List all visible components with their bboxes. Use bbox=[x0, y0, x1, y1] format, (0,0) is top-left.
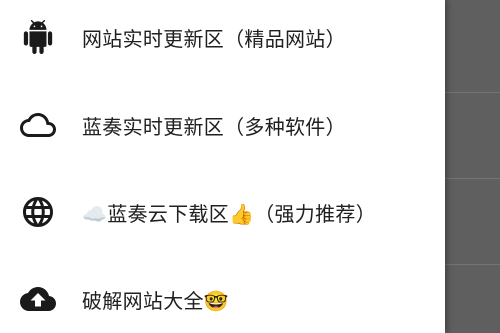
background-divider bbox=[445, 92, 500, 93]
globe-icon bbox=[20, 194, 56, 230]
menu-item-label: 网站实时更新区（精品网站） bbox=[82, 26, 346, 51]
cloud-upload-icon bbox=[20, 281, 56, 317]
menu-item-lanzou-download[interactable]: ☁️蓝奏云下载区👍（强力推荐） bbox=[0, 182, 445, 242]
cloud-outline-icon bbox=[20, 107, 56, 143]
menu-item-label: 蓝奏实时更新区（多种软件） bbox=[82, 114, 346, 139]
screen: 网站实时更新区（精品网站） 蓝奏实时更新区（多种软件） ☁️蓝奏云下载区👍（强力… bbox=[0, 0, 500, 333]
navigation-drawer: 网站实时更新区（精品网站） 蓝奏实时更新区（多种软件） ☁️蓝奏云下载区👍（强力… bbox=[0, 0, 445, 333]
menu-item-crack-sites[interactable]: 破解网站大全🤓 bbox=[0, 269, 445, 329]
menu-item-lanzou-updates[interactable]: 蓝奏实时更新区（多种软件） bbox=[0, 95, 445, 155]
menu-item-label: 破解网站大全🤓 bbox=[82, 288, 230, 313]
background-divider bbox=[445, 264, 500, 265]
menu-item-website-updates[interactable]: 网站实时更新区（精品网站） bbox=[0, 7, 445, 67]
menu-item-label: ☁️蓝奏云下载区👍（强力推荐） bbox=[82, 201, 377, 226]
android-icon bbox=[20, 19, 56, 55]
background-content[interactable] bbox=[445, 0, 500, 333]
background-divider bbox=[445, 178, 500, 179]
